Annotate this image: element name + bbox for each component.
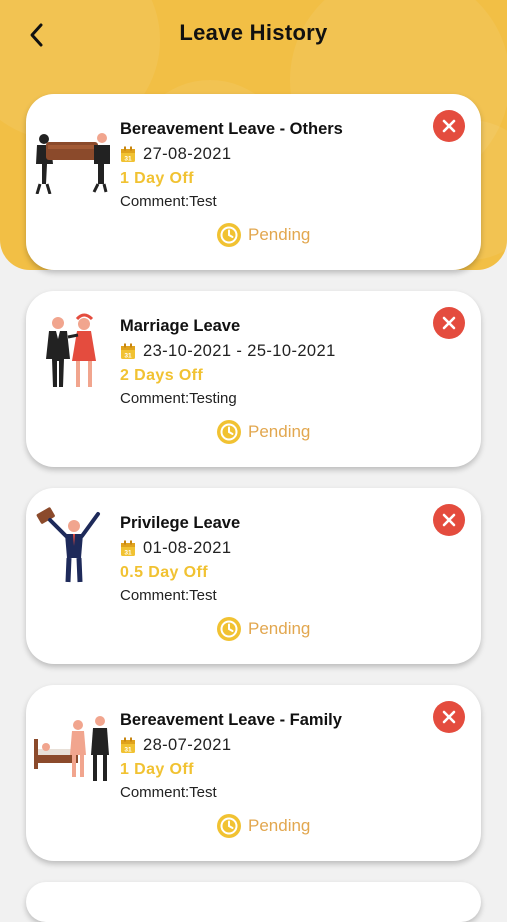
- calendar-icon: 31: [121, 146, 135, 162]
- status-text: Pending: [248, 422, 311, 441]
- cancel-leave-button[interactable]: [433, 110, 465, 142]
- svg-text:31: 31: [124, 352, 132, 359]
- leave-date: 28-07-2021: [143, 735, 232, 754]
- leave-type: Marriage Leave: [120, 317, 241, 335]
- status-badge: Pending: [216, 419, 310, 445]
- calendar-icon: 31: [121, 540, 135, 556]
- calendar-icon: 31: [121, 737, 135, 753]
- leave-card[interactable]: Marriage Leave 31 23-10-2021 - 25-10-202…: [26, 291, 481, 467]
- leave-comment: Comment:Testing: [120, 390, 237, 407]
- leave-date: 27-08-2021: [143, 144, 232, 163]
- clock-icon: [217, 420, 241, 444]
- leave-date: 23-10-2021 - 25-10-2021: [143, 341, 336, 360]
- leave-comment: Comment:Test: [120, 587, 217, 604]
- leave-type: Bereavement Leave - Family: [120, 711, 342, 729]
- days-off: 0.5 Day Off: [120, 564, 208, 581]
- close-icon: [442, 513, 456, 527]
- clock-icon: [217, 814, 241, 838]
- privilege-leave-illustration: [36, 507, 100, 583]
- status-text: Pending: [248, 816, 311, 835]
- status-badge: Pending: [216, 222, 310, 248]
- svg-text:31: 31: [124, 549, 132, 556]
- status-text: Pending: [248, 225, 311, 244]
- status-text: Pending: [248, 619, 311, 638]
- top-bar: Leave History: [0, 0, 507, 72]
- leave-card-partial[interactable]: [26, 882, 481, 922]
- marriage-illustration: [46, 313, 96, 387]
- clock-icon: [217, 617, 241, 641]
- clock-icon: [217, 223, 241, 247]
- svg-text:31: 31: [124, 155, 132, 162]
- close-icon: [442, 710, 456, 724]
- days-off: 1 Day Off: [120, 170, 194, 187]
- leave-type: Bereavement Leave - Others: [120, 120, 343, 138]
- leave-card[interactable]: Bereavement Leave - Others 31 27-08-2021…: [26, 94, 481, 270]
- bereavement-others-illustration: [35, 133, 110, 194]
- page-title: Leave History: [179, 20, 328, 45]
- days-off: 1 Day Off: [120, 761, 194, 778]
- svg-text:31: 31: [124, 746, 132, 753]
- leave-type: Privilege Leave: [120, 514, 241, 532]
- cancel-leave-button[interactable]: [433, 701, 465, 733]
- leave-comment: Comment:Test: [120, 784, 217, 801]
- leave-date: 01-08-2021: [143, 538, 232, 557]
- cancel-leave-button[interactable]: [433, 307, 465, 339]
- leave-card[interactable]: Bereavement Leave - Family 31 28-07-2021…: [26, 685, 481, 861]
- status-badge: Pending: [216, 616, 310, 642]
- status-badge: Pending: [216, 813, 310, 839]
- cancel-leave-button[interactable]: [433, 504, 465, 536]
- leave-card[interactable]: Privilege Leave 31 01-08-2021 0.5 Day Of…: [26, 488, 481, 664]
- leave-comment: Comment:Test: [120, 193, 217, 210]
- days-off: 2 Days Off: [120, 367, 204, 384]
- bereavement-family-illustration: [34, 716, 109, 781]
- close-icon: [442, 119, 456, 133]
- close-icon: [442, 316, 456, 330]
- calendar-icon: 31: [121, 343, 135, 359]
